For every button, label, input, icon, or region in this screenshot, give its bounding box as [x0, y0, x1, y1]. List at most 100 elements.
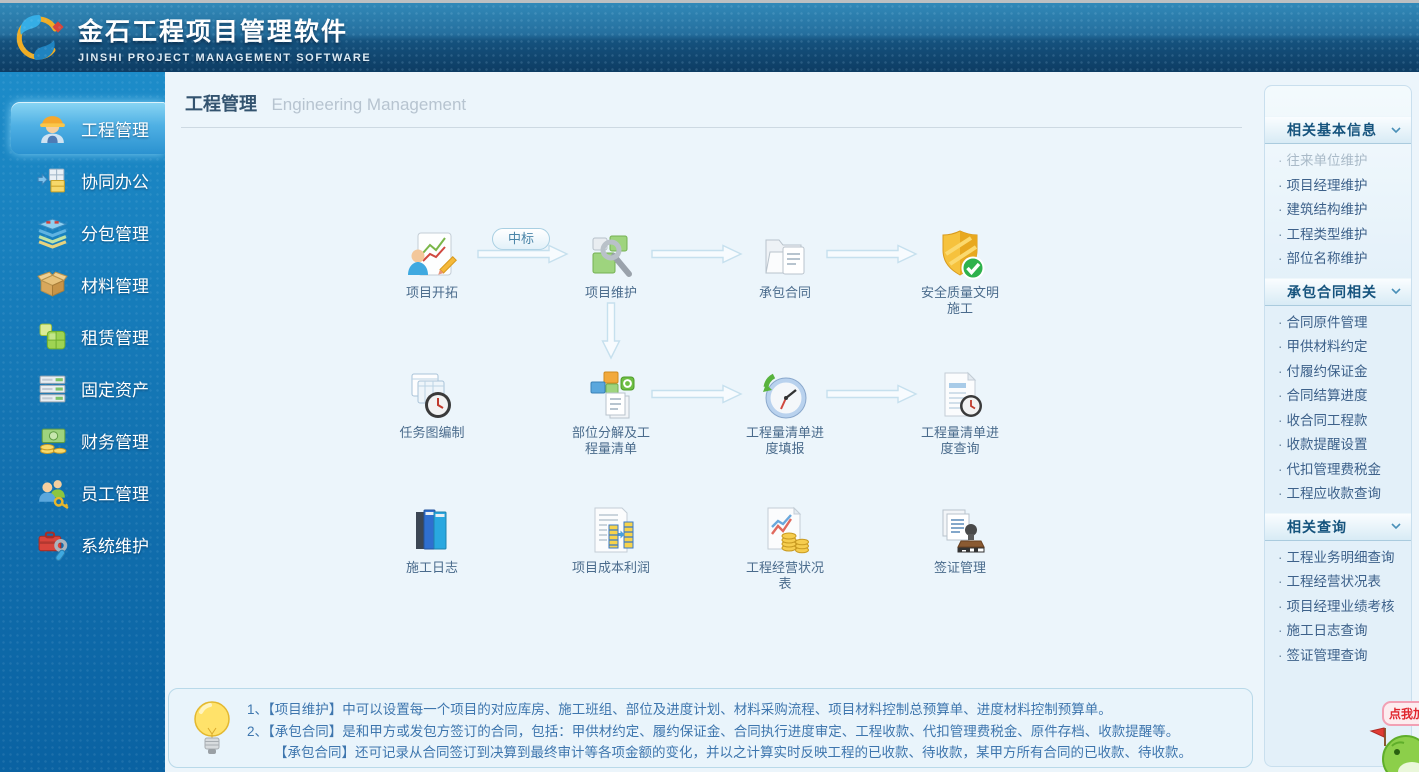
tips-panel: 1、【项目维护】中可以设置每一个项目的对应库房、施工班组、部位及进度计划、材料采…: [168, 688, 1253, 768]
nav-item-label: 租赁管理: [81, 328, 149, 348]
mascot-bubble-text: 点我加: [1389, 707, 1419, 721]
main-area: 工程管理 Engineering Management 项目开拓 项目维护 承包…: [165, 72, 1419, 772]
related-link[interactable]: 工程类型维护: [1265, 223, 1411, 248]
flow-node-construction-log[interactable]: 施工日志: [388, 503, 476, 576]
workflow-diagram: 项目开拓 项目维护 承包合同 安全质量文明施工 中标 任务图编制 部位分解及工程…: [165, 72, 1258, 772]
flow-node-visa-management[interactable]: 签证管理: [916, 503, 1004, 576]
related-link[interactable]: 项目经理业绩考核: [1265, 595, 1411, 620]
flow-node-progress-query[interactable]: 工程量清单进度查询: [916, 368, 1004, 457]
fixed-assets-server-icon: [39, 375, 66, 402]
nav-item-label: 工程管理: [81, 120, 149, 140]
mascot-bubble[interactable]: 点我加: [1382, 701, 1419, 726]
related-panel: 相关基本信息 往来单位维护 项目经理维护 建筑结构维护 工程类型维护 部位名称维…: [1264, 85, 1412, 767]
business-status-chart-icon: [767, 506, 809, 554]
nav-item-label: 财务管理: [81, 432, 149, 452]
chevron-down-icon: [1391, 126, 1401, 133]
flow-node-business-status[interactable]: 工程经营状况表: [741, 503, 829, 592]
nav-item-fixed-assets[interactable]: 固定资产: [0, 362, 165, 414]
section-header-contract[interactable]: 承包合同相关: [1265, 277, 1411, 306]
related-link[interactable]: 甲供材料约定: [1265, 335, 1411, 360]
related-link[interactable]: 收合同工程款: [1265, 409, 1411, 434]
related-link[interactable]: 建筑结构维护: [1265, 198, 1411, 223]
tip-line: 2、【承包合同】是和甲方或发包方签订的合同，包括：甲供材约定、履约保证金、合同执…: [247, 723, 1180, 739]
nav-item-label: 协同办公: [81, 172, 149, 192]
project-development-icon: [408, 232, 457, 276]
flow-node-project-development[interactable]: 项目开拓: [388, 228, 476, 301]
safety-shield-icon: [942, 230, 985, 280]
related-section-basic-info: 相关基本信息 往来单位维护 项目经理维护 建筑结构维护 工程类型维护 部位名称维…: [1265, 116, 1411, 278]
flow-node-boq-breakdown[interactable]: 部位分解及工程量清单: [567, 368, 655, 457]
boq-breakdown-icon: [590, 371, 635, 419]
related-link[interactable]: 项目经理维护: [1265, 174, 1411, 199]
nav-item-collaboration[interactable]: 协同办公: [0, 154, 165, 206]
flow-node-task-schedule[interactable]: 任务图编制: [388, 368, 476, 441]
mascot-character-icon: [1356, 726, 1419, 772]
related-link[interactable]: 付履约保证金: [1265, 360, 1411, 385]
contract-folder-icon: [765, 239, 805, 275]
subcontract-layers-icon: [37, 218, 68, 249]
app-title: 金石工程项目管理软件: [78, 18, 349, 46]
flow-node-label: 承包合同: [758, 285, 811, 300]
flow-node-label: 安全质量文明施工: [920, 285, 999, 316]
mascot-helper[interactable]: 点我加: [1356, 701, 1419, 772]
worker-icon: [40, 115, 65, 143]
related-link[interactable]: 签证管理查询: [1265, 644, 1411, 669]
app-header: 金石工程项目管理软件 JINSHI PROJECT MANAGEMENT SOF…: [0, 0, 1419, 72]
flow-node-label: 项目成本利润: [571, 560, 650, 575]
section-title: 相关基本信息: [1287, 122, 1377, 138]
section-title: 相关查询: [1287, 518, 1347, 535]
related-link[interactable]: 合同原件管理: [1265, 311, 1411, 336]
staff-people-icon: [39, 479, 69, 509]
main-nav-sidebar: 工程管理 协同办公 分包管理 材料管理 租赁管理 固定资产 财务管理 员工管理 …: [0, 72, 165, 772]
related-link[interactable]: 工程应收款查询: [1265, 482, 1411, 507]
related-links-list: 往来单位维护 项目经理维护 建筑结构维护 工程类型维护 部位名称维护: [1265, 144, 1411, 278]
content-panel: 工程管理 Engineering Management 项目开拓 项目维护 承包…: [165, 72, 1258, 772]
flow-node-progress-report[interactable]: 工程量清单进度填报: [741, 368, 829, 457]
progress-report-clock-icon: [763, 373, 807, 419]
related-link[interactable]: 往来单位维护: [1265, 149, 1411, 174]
nav-item-system[interactable]: 系统维护: [0, 518, 165, 570]
nav-item-staff[interactable]: 员工管理: [0, 466, 165, 518]
flow-node-label: 项目开拓: [405, 285, 458, 300]
related-link[interactable]: 收款提醒设置: [1265, 433, 1411, 458]
brand-block: 金石工程项目管理软件 JINSHI PROJECT MANAGEMENT SOF…: [78, 12, 371, 64]
finance-money-icon: [40, 428, 67, 454]
nav-item-label: 分包管理: [81, 224, 149, 244]
flow-node-project-maintenance[interactable]: 项目维护: [567, 228, 655, 301]
chevron-down-icon: [1391, 523, 1401, 530]
nav-item-subcontract[interactable]: 分包管理: [0, 206, 165, 258]
flow-node-label: 签证管理: [933, 560, 986, 575]
nav-item-label: 员工管理: [81, 484, 149, 504]
nav-item-leasing[interactable]: 租赁管理: [0, 310, 165, 362]
related-link[interactable]: 部位名称维护: [1265, 247, 1411, 272]
progress-query-icon: [944, 371, 982, 417]
chevron-down-icon: [1391, 288, 1401, 295]
flow-arrow-right-icon: [477, 244, 569, 269]
nav-item-materials[interactable]: 材料管理: [0, 258, 165, 310]
related-link[interactable]: 施工日志查询: [1265, 619, 1411, 644]
system-toolbox-icon: [38, 531, 68, 561]
related-link[interactable]: 工程经营状况表: [1265, 570, 1411, 595]
section-header-basic-info[interactable]: 相关基本信息: [1265, 116, 1411, 144]
tip-line: 1、【项目维护】中可以设置每一个项目的对应库房、施工班组、部位及进度计划、材料采…: [247, 702, 1112, 717]
flow-node-cost-profit[interactable]: 项目成本利润: [567, 503, 655, 576]
flow-node-safety-quality[interactable]: 安全质量文明施工: [916, 228, 1004, 317]
related-link[interactable]: 代扣管理费税金: [1265, 458, 1411, 483]
related-section-contract: 承包合同相关 合同原件管理 甲供材料约定 付履约保证金 合同结算进度 收合同工程…: [1265, 277, 1411, 513]
lightbulb-icon: [194, 701, 230, 754]
flow-node-label: 任务图编制: [399, 425, 465, 440]
nav-item-engineering[interactable]: 工程管理: [11, 102, 165, 154]
related-link[interactable]: 工程业务明细查询: [1265, 546, 1411, 571]
flow-arrow-right-icon: [826, 244, 918, 269]
flow-arrow-right-icon: [651, 244, 743, 269]
flow-node-label: 工程量清单进度填报: [745, 425, 824, 456]
tip-line: 【承包合同】还可记录从合同签订到决算到最终审计等各项金额的变化，并以之计算实时反…: [274, 745, 1192, 760]
nav-item-finance[interactable]: 财务管理: [0, 414, 165, 466]
flow-node-contract[interactable]: 承包合同: [741, 228, 829, 301]
flow-node-label: 部位分解及工程量清单: [571, 425, 650, 456]
section-header-query[interactable]: 相关查询: [1265, 512, 1411, 541]
construction-log-books-icon: [416, 509, 447, 550]
related-link[interactable]: 合同结算进度: [1265, 384, 1411, 409]
section-title: 承包合同相关: [1287, 283, 1377, 300]
leasing-cubes-icon: [39, 323, 66, 349]
